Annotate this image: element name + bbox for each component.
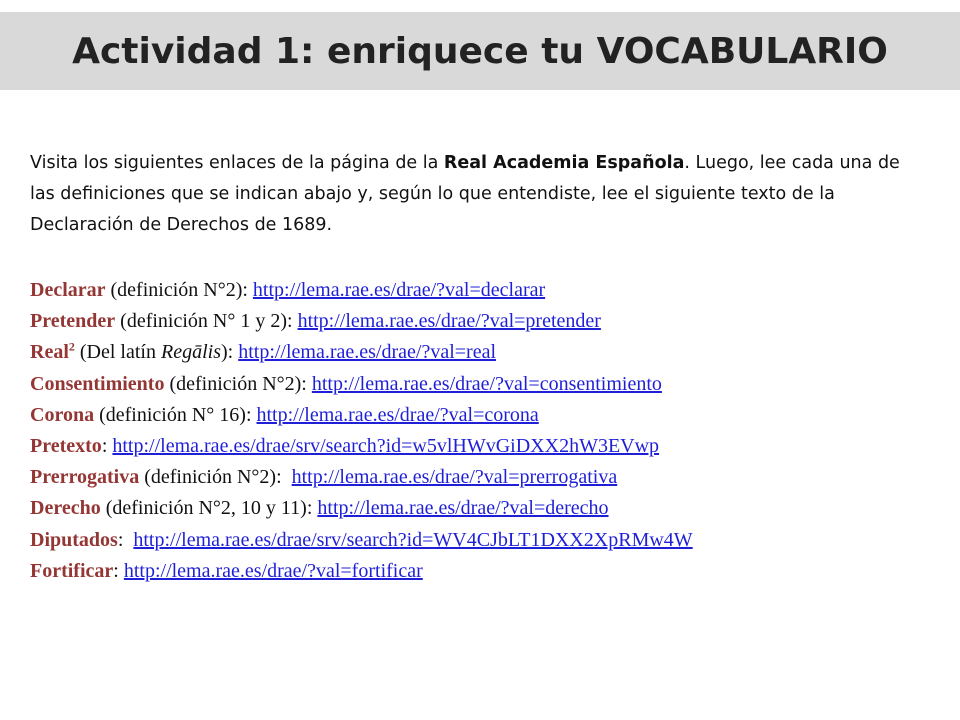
definition-note: ): xyxy=(220,341,239,364)
term: Derecho xyxy=(30,497,101,520)
term: Diputados xyxy=(30,528,118,551)
definition-item-prerrogativa: Prerrogativa (definición N°2): http://le… xyxy=(30,462,940,493)
link-fortificar[interactable]: http://lema.rae.es/drae/?val=fortificar xyxy=(124,560,423,582)
link-pretender[interactable]: http://lema.rae.es/drae/?val=pretender xyxy=(298,310,601,332)
definition-item-corona: Corona (definición N° 16): http://lema.r… xyxy=(30,400,940,431)
definition-note: : xyxy=(117,528,134,551)
definition-item-declarar: Declarar (definición N°2): http://lema.r… xyxy=(30,275,940,306)
definition-item-real: Real2 (Del latín Regālis): http://lema.r… xyxy=(30,337,940,368)
term: Pretexto xyxy=(30,435,102,458)
link-declarar[interactable]: http://lema.rae.es/drae/?val=declarar xyxy=(253,279,545,301)
definition-note: : xyxy=(113,559,124,582)
link-pretexto[interactable]: http://lema.rae.es/drae/srv/search?id=w5… xyxy=(112,435,659,457)
term: Pretender xyxy=(30,310,116,333)
link-diputados[interactable]: http://lema.rae.es/drae/srv/search?id=WV… xyxy=(133,529,692,551)
link-derecho[interactable]: http://lema.rae.es/drae/?val=derecho xyxy=(317,497,608,519)
definition-note: (definición N°2): xyxy=(139,466,292,489)
definition-note: (definición N° 16): xyxy=(94,403,257,426)
definition-note: (definición N°2): xyxy=(164,372,312,395)
intro-paragraph: Visita los siguientes enlaces de la pági… xyxy=(30,148,930,241)
definition-item-derecho: Derecho (definición N°2, 10 y 11): http:… xyxy=(30,493,940,524)
definition-item-consentimiento: Consentimiento (definición N°2): http://… xyxy=(30,369,940,400)
definition-note: (definición N° 1 y 2): xyxy=(115,310,298,333)
link-prerrogativa[interactable]: http://lema.rae.es/drae/?val=prerrogativ… xyxy=(292,466,618,488)
intro-bold-rae: Real Academia Española xyxy=(443,153,685,173)
definition-note: : xyxy=(101,435,113,458)
term: Fortificar xyxy=(30,559,114,582)
link-corona[interactable]: http://lema.rae.es/drae/?val=corona xyxy=(257,404,539,426)
definition-note: (Del latín xyxy=(74,341,161,364)
definition-item-pretexto: Pretexto: http://lema.rae.es/drae/srv/se… xyxy=(30,431,940,462)
term: Prerrogativa xyxy=(30,466,140,489)
link-consentimiento[interactable]: http://lema.rae.es/drae/?val=consentimie… xyxy=(312,373,662,395)
term: Corona xyxy=(30,403,95,426)
term: Consentimiento xyxy=(30,372,165,395)
definition-item-diputados: Diputados: http://lema.rae.es/drae/srv/s… xyxy=(30,525,940,556)
term: Declarar xyxy=(30,279,106,301)
intro-text-1: Visita los siguientes enlaces de la pági… xyxy=(30,153,444,173)
term: Real xyxy=(30,341,69,364)
page-title: Actividad 1: enriquece tu VOCABULARIO xyxy=(72,30,888,72)
definition-note: (definición N°2): xyxy=(105,279,253,301)
definition-note-italic: Regālis xyxy=(160,341,221,364)
definition-item-fortificar: Fortificar: http://lema.rae.es/drae/?val… xyxy=(30,556,940,587)
definition-item-pretender: Pretender (definición N° 1 y 2): http://… xyxy=(30,306,940,337)
definition-note: (definición N°2, 10 y 11): xyxy=(100,497,318,520)
definition-list: Declarar (definición N°2): http://lema.r… xyxy=(30,275,940,587)
link-real[interactable]: http://lema.rae.es/drae/?val=real xyxy=(238,341,496,363)
